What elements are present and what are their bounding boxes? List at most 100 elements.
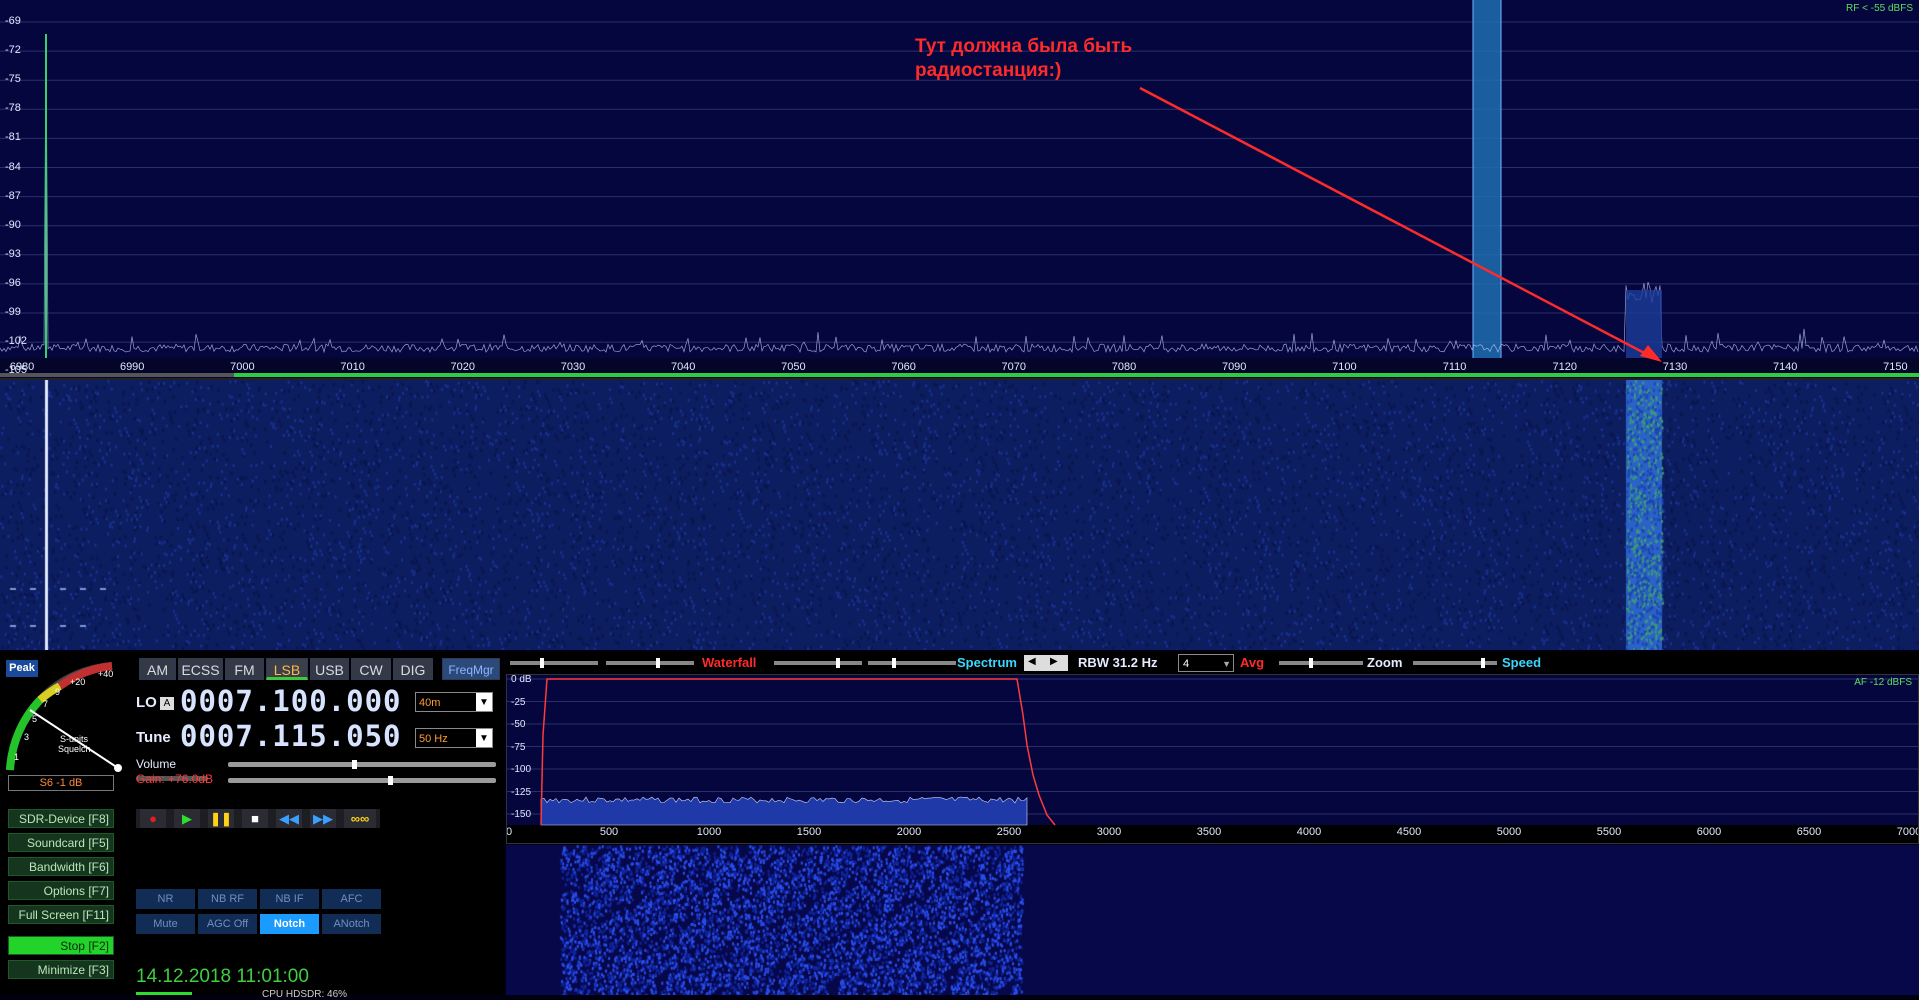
transport-bar: ● ▶ ❚❚ ■ ◀◀ ▶▶ ∞∞ [136,809,380,828]
af-y-label: -150 [511,809,532,820]
date-time: 14.12.2018 11:01:00 [136,966,309,987]
af-x-label: 7000 [1896,826,1919,838]
waterfall-slider-1-thumb[interactable] [540,658,544,668]
dsp-button[interactable]: NB IF [260,889,319,909]
af-x-label: 5000 [1496,826,1522,838]
af-x-label: 6000 [1696,826,1722,838]
play-icon[interactable]: ▶ [174,809,200,828]
pause-icon[interactable]: ❚❚ [208,809,234,828]
chevron-down-icon: ▼ [476,729,492,747]
dsp-button[interactable]: AFC [322,889,381,909]
s-scale-1: 1 [14,752,20,762]
dsp-button[interactable]: NB RF [198,889,257,909]
waterfall-slider-2-thumb[interactable] [656,658,660,668]
step-select[interactable]: 50 Hz ▼ [415,728,493,748]
agc-slider[interactable] [228,776,496,785]
control-panel: Peak 1 3 5 7 9 +20 +40 S-units Squelch S… [0,652,504,1000]
volume-slider-thumb[interactable] [352,760,357,769]
af-x-label: 4500 [1396,826,1422,838]
side-button[interactable]: Bandwidth [F6] [8,857,114,876]
af-x-label: 1000 [696,826,722,838]
af-x-label: 4000 [1296,826,1322,838]
af-control-bar: Waterfall Spectrum ◀ ▶ RBW 31.2 Hz 4 ▼ A… [506,652,1919,674]
spectrum-label: Spectrum [957,655,1017,670]
s-units-label: S-units [60,734,89,744]
af-y-label: -50 [511,719,526,730]
side-button[interactable]: Minimize [F3] [8,960,114,979]
dsp-button[interactable]: NR [136,889,195,909]
mode-button[interactable]: AM [139,658,176,680]
dsp-button[interactable]: Notch [260,914,319,934]
speed-slider[interactable] [1413,658,1497,668]
zoom-slider-thumb[interactable] [1309,658,1313,668]
chevron-left-icon[interactable]: ◀ [1028,656,1036,667]
mode-button[interactable]: CW [351,658,391,680]
zoom-label: Zoom [1367,655,1403,670]
waterfall-slider-1[interactable] [510,658,598,668]
chevron-right-icon[interactable]: ▶ [1050,656,1058,667]
s-scale-3: 3 [24,732,30,742]
rf-spectrum-display[interactable]: -69 -72 -75 -78 -81 -84 -87 -90 -93 -96 -99 -102 -10… [0,0,1919,380]
avg-label: Avg [1240,655,1265,670]
af-x-label: 3500 [1196,826,1222,838]
freqmgr-button[interactable]: FreqMgr [442,658,500,680]
tune-frequency[interactable]: 0007.115.050 [180,719,402,753]
fast-forward-icon[interactable]: ▶▶ [310,809,336,828]
s-scale-9: 9 [55,687,61,697]
af-spectrum-display[interactable]: 0 dB -25 -50 -75 -100 -125 -150 0 500 1000 1500 20… [506,674,1919,844]
af-level-readout: AF -12 dBFS [1854,677,1912,688]
af-y-label: -25 [511,696,526,708]
chevron-down-icon: ▼ [1222,659,1231,669]
waterfall-label: Waterfall [702,655,757,670]
spectrum-slider-1[interactable] [774,658,862,668]
side-button[interactable]: SDR-Device [F8] [8,809,114,828]
spectrum-slider-1-thumb[interactable] [836,658,840,668]
chevron-down-icon: ▼ [476,693,492,711]
side-button[interactable]: Soundcard [F5] [8,833,114,852]
tune-label: Tune [136,729,171,746]
spectrum-slider-2[interactable] [868,658,956,668]
af-x-label: 6500 [1796,826,1822,838]
rf-waterfall-canvas [0,380,1919,650]
af-waterfall[interactable] [506,845,1919,995]
rf-waterfall[interactable] [0,380,1919,650]
waterfall-slider-2[interactable] [606,658,694,668]
side-button[interactable]: Options [F7] [8,881,114,900]
af-x-label: 3000 [1096,826,1122,838]
dsp-button[interactable]: Mute [136,914,195,934]
af-y-label: -100 [511,764,532,775]
volume-label: Volume [136,757,177,771]
dsp-button[interactable]: AGC Off [198,914,257,934]
s-scale-5: 5 [32,714,38,724]
s-meter: Peak 1 3 5 7 9 +20 +40 S-units Squelch S… [0,652,130,792]
speed-slider-thumb[interactable] [1481,658,1485,668]
mode-button[interactable]: ECSS [178,658,223,680]
gain-label: Gain: +76.0dB [136,772,214,786]
annotation-line-1: Тут должна была быть [915,36,1133,57]
loop-icon[interactable]: ∞∞ [344,809,376,828]
side-button[interactable]: Stop [F2] [8,936,114,955]
lo-label: LO [136,694,157,711]
dsp-button[interactable]: ANotch [322,914,381,934]
rewind-icon[interactable]: ◀◀ [276,809,302,828]
record-icon[interactable]: ● [140,809,166,828]
mode-button[interactable]: FM [225,658,264,680]
rbw-stepper[interactable]: ◀ ▶ [1024,655,1068,671]
s-scale-plus20: +20 [70,677,86,687]
af-x-label: 0 [506,826,513,838]
avg-select[interactable]: 4 ▼ [1178,654,1234,672]
mode-button[interactable]: LSB [266,658,308,680]
zoom-slider[interactable] [1279,658,1363,668]
annotation-text: Тут должна была быть радиостанция:) [915,35,1132,83]
volume-slider[interactable] [228,760,496,769]
mode-button[interactable]: USB [310,658,349,680]
lo-badge[interactable]: A [160,697,174,710]
stop-icon[interactable]: ■ [242,809,268,828]
agc-slider-thumb[interactable] [388,776,393,785]
lo-frequency[interactable]: 0007.100.000 [180,684,402,718]
band-select[interactable]: 40m ▼ [415,692,493,712]
side-button[interactable]: Full Screen [F11] [8,905,114,924]
mode-button[interactable]: DIG [393,658,433,680]
spectrum-slider-2-thumb[interactable] [892,658,896,668]
s-scale-7: 7 [43,699,49,709]
